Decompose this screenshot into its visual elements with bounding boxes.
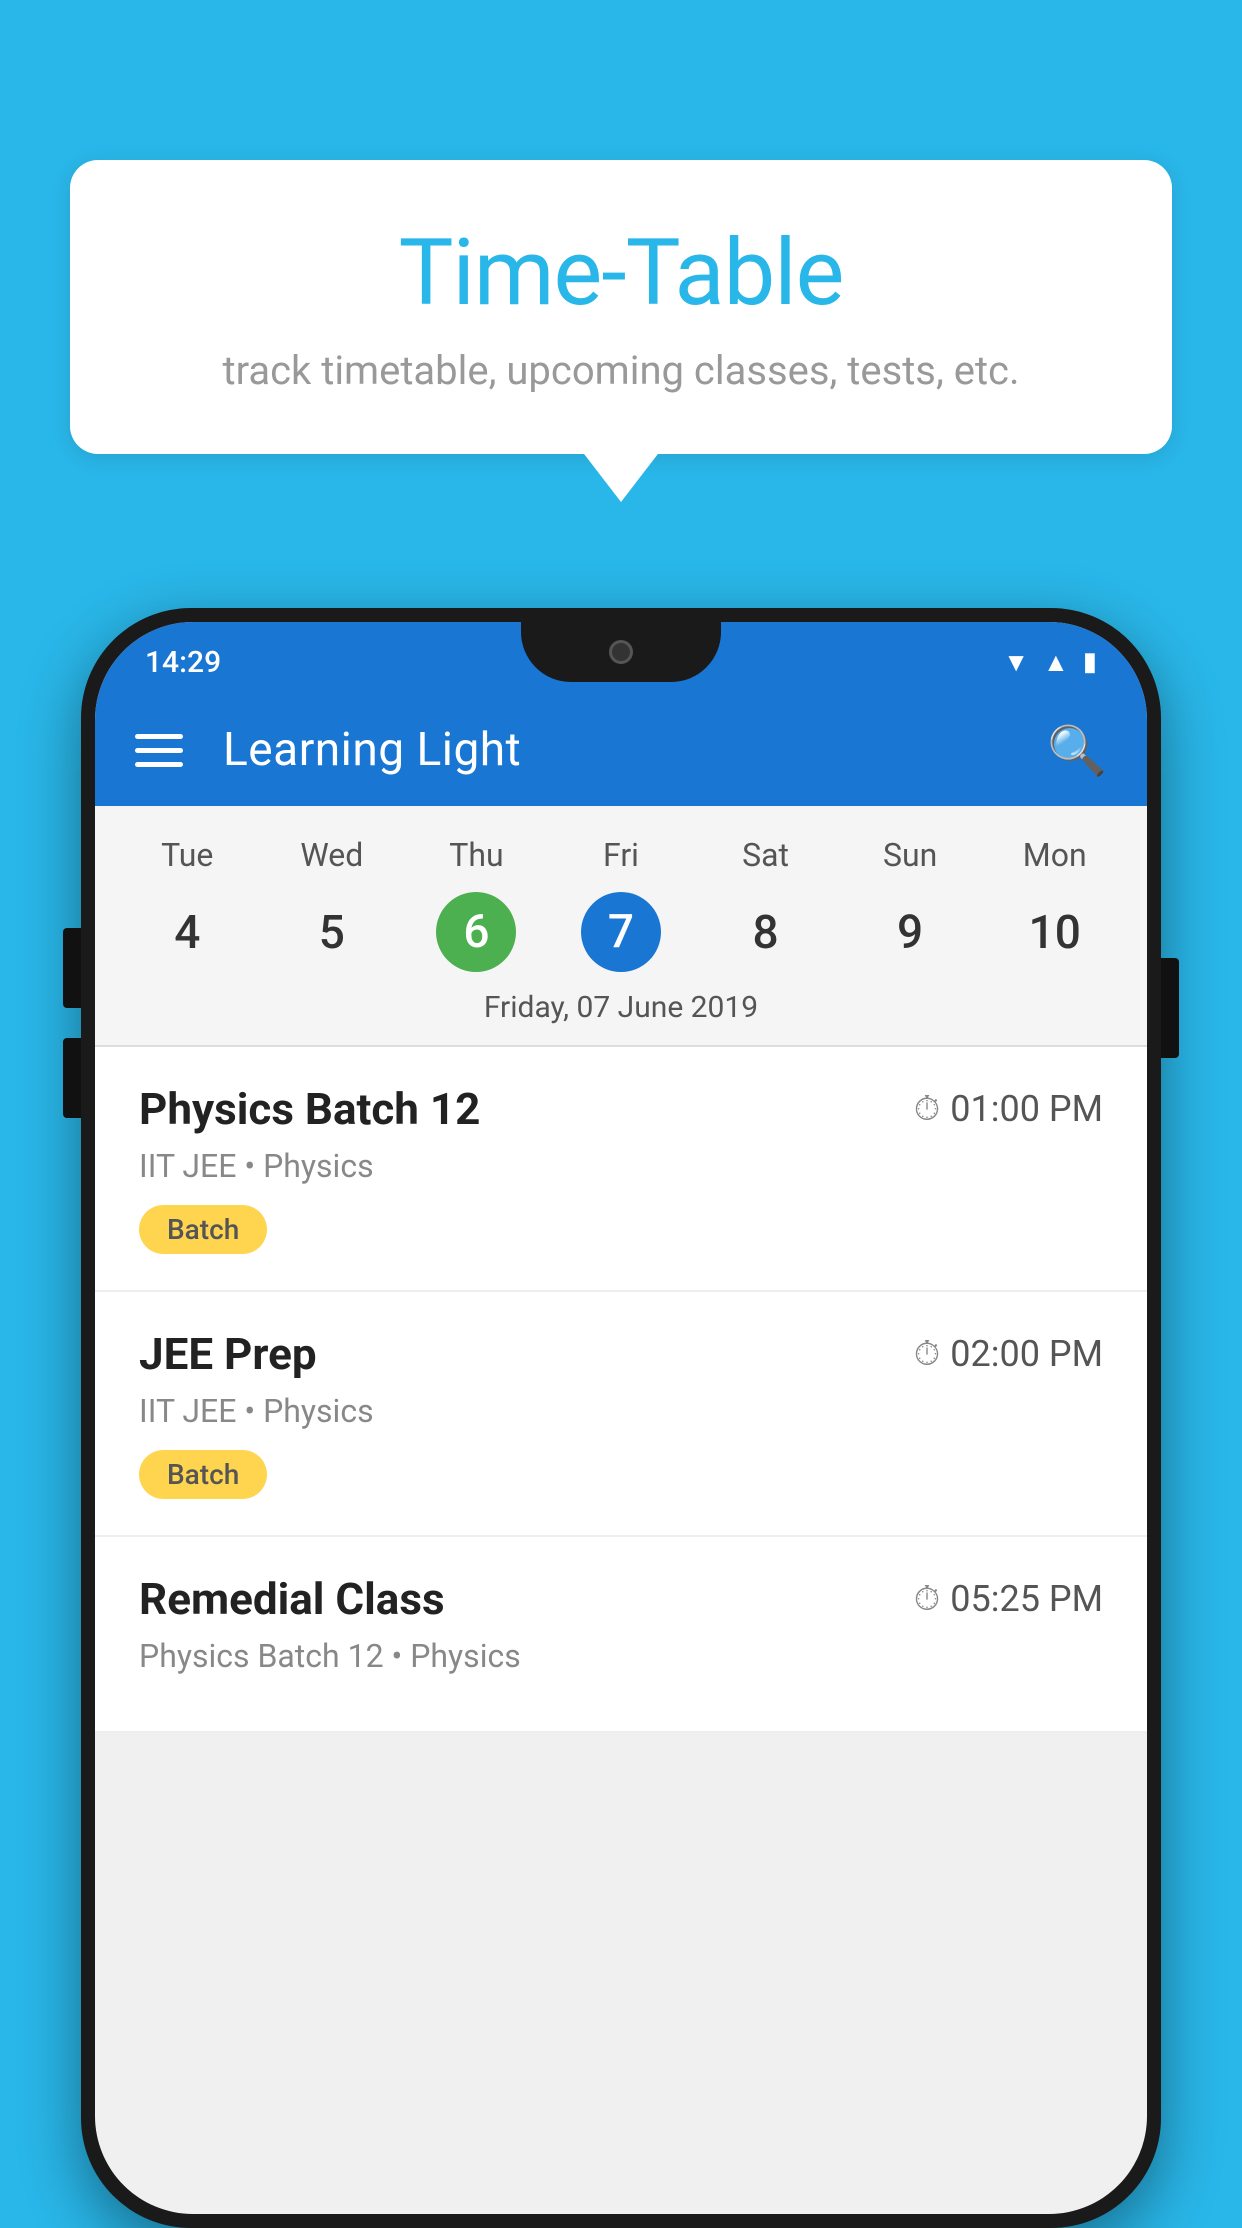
schedule-item-1[interactable]: Physics Batch 12 ⏱ 01:00 PM IIT JEE • Ph… bbox=[95, 1047, 1147, 1292]
schedule-name-3: Remedial Class bbox=[139, 1573, 445, 1625]
date-6-today[interactable]: 6 bbox=[436, 892, 516, 972]
search-button[interactable]: 🔍 bbox=[1047, 722, 1107, 779]
schedule-name-2: JEE Prep bbox=[139, 1328, 317, 1380]
clock-icon-3: ⏱ bbox=[914, 1579, 941, 1619]
vol-up-button bbox=[63, 928, 81, 1008]
clock-icon-2: ⏱ bbox=[914, 1334, 941, 1374]
day-headers: Tue Wed Thu Fri Sat Sun Mon bbox=[95, 826, 1147, 884]
day-mon: Mon bbox=[982, 826, 1127, 884]
notch bbox=[521, 622, 721, 682]
date-4[interactable]: 4 bbox=[115, 892, 260, 974]
power-button bbox=[1161, 958, 1179, 1058]
tooltip-card: Time-Table track timetable, upcoming cla… bbox=[70, 160, 1172, 454]
camera bbox=[609, 640, 633, 664]
schedule-meta-3: Physics Batch 12 • Physics bbox=[139, 1637, 1103, 1675]
day-sun: Sun bbox=[838, 826, 983, 884]
batch-badge-2: Batch bbox=[139, 1450, 267, 1499]
day-sat: Sat bbox=[693, 826, 838, 884]
date-8[interactable]: 8 bbox=[693, 892, 838, 974]
schedule-list: Physics Batch 12 ⏱ 01:00 PM IIT JEE • Ph… bbox=[95, 1047, 1147, 1733]
hamburger-menu[interactable] bbox=[135, 734, 183, 767]
schedule-item-3[interactable]: Remedial Class ⏱ 05:25 PM Physics Batch … bbox=[95, 1537, 1147, 1733]
day-thu: Thu bbox=[404, 826, 549, 884]
tooltip-title: Time-Table bbox=[130, 220, 1112, 327]
batch-badge-1: Batch bbox=[139, 1205, 267, 1254]
date-label: Friday, 07 June 2019 bbox=[95, 974, 1147, 1045]
app-bar: Learning Light 🔍 bbox=[95, 694, 1147, 806]
phone-screen: 14:29 ▼ ▲ ▮ Learning Light 🔍 Tue Wed Thu… bbox=[95, 622, 1147, 2214]
date-9[interactable]: 9 bbox=[838, 892, 983, 974]
status-icons: ▼ ▲ ▮ bbox=[1003, 647, 1097, 678]
schedule-row-1: Physics Batch 12 ⏱ 01:00 PM bbox=[139, 1083, 1103, 1135]
day-numbers: 4 5 6 7 8 9 10 bbox=[95, 892, 1147, 974]
date-10[interactable]: 10 bbox=[982, 892, 1127, 974]
tooltip-subtitle: track timetable, upcoming classes, tests… bbox=[130, 347, 1112, 394]
phone-frame: 14:29 ▼ ▲ ▮ Learning Light 🔍 Tue Wed Thu… bbox=[81, 608, 1161, 2228]
day-wed: Wed bbox=[260, 826, 405, 884]
schedule-meta-1: IIT JEE • Physics bbox=[139, 1147, 1103, 1185]
day-tue: Tue bbox=[115, 826, 260, 884]
schedule-time-3: ⏱ 05:25 PM bbox=[914, 1578, 1103, 1620]
schedule-meta-2: IIT JEE • Physics bbox=[139, 1392, 1103, 1430]
wifi-icon: ▼ bbox=[1003, 647, 1029, 678]
schedule-name-1: Physics Batch 12 bbox=[139, 1083, 480, 1135]
app-title: Learning Light bbox=[223, 723, 1007, 777]
schedule-row-2: JEE Prep ⏱ 02:00 PM bbox=[139, 1328, 1103, 1380]
calendar-strip: Tue Wed Thu Fri Sat Sun Mon 4 5 6 7 8 9 … bbox=[95, 806, 1147, 1045]
schedule-time-1: ⏱ 01:00 PM bbox=[914, 1088, 1103, 1130]
schedule-time-2: ⏱ 02:00 PM bbox=[914, 1333, 1103, 1375]
status-time: 14:29 bbox=[145, 645, 221, 680]
vol-down-button bbox=[63, 1038, 81, 1118]
day-fri: Fri bbox=[549, 826, 694, 884]
schedule-row-3: Remedial Class ⏱ 05:25 PM bbox=[139, 1573, 1103, 1625]
schedule-item-2[interactable]: JEE Prep ⏱ 02:00 PM IIT JEE • Physics Ba… bbox=[95, 1292, 1147, 1537]
battery-icon: ▮ bbox=[1083, 647, 1097, 677]
signal-icon: ▲ bbox=[1043, 647, 1069, 678]
date-7-selected[interactable]: 7 bbox=[581, 892, 661, 972]
date-5[interactable]: 5 bbox=[260, 892, 405, 974]
clock-icon-1: ⏱ bbox=[914, 1089, 941, 1129]
